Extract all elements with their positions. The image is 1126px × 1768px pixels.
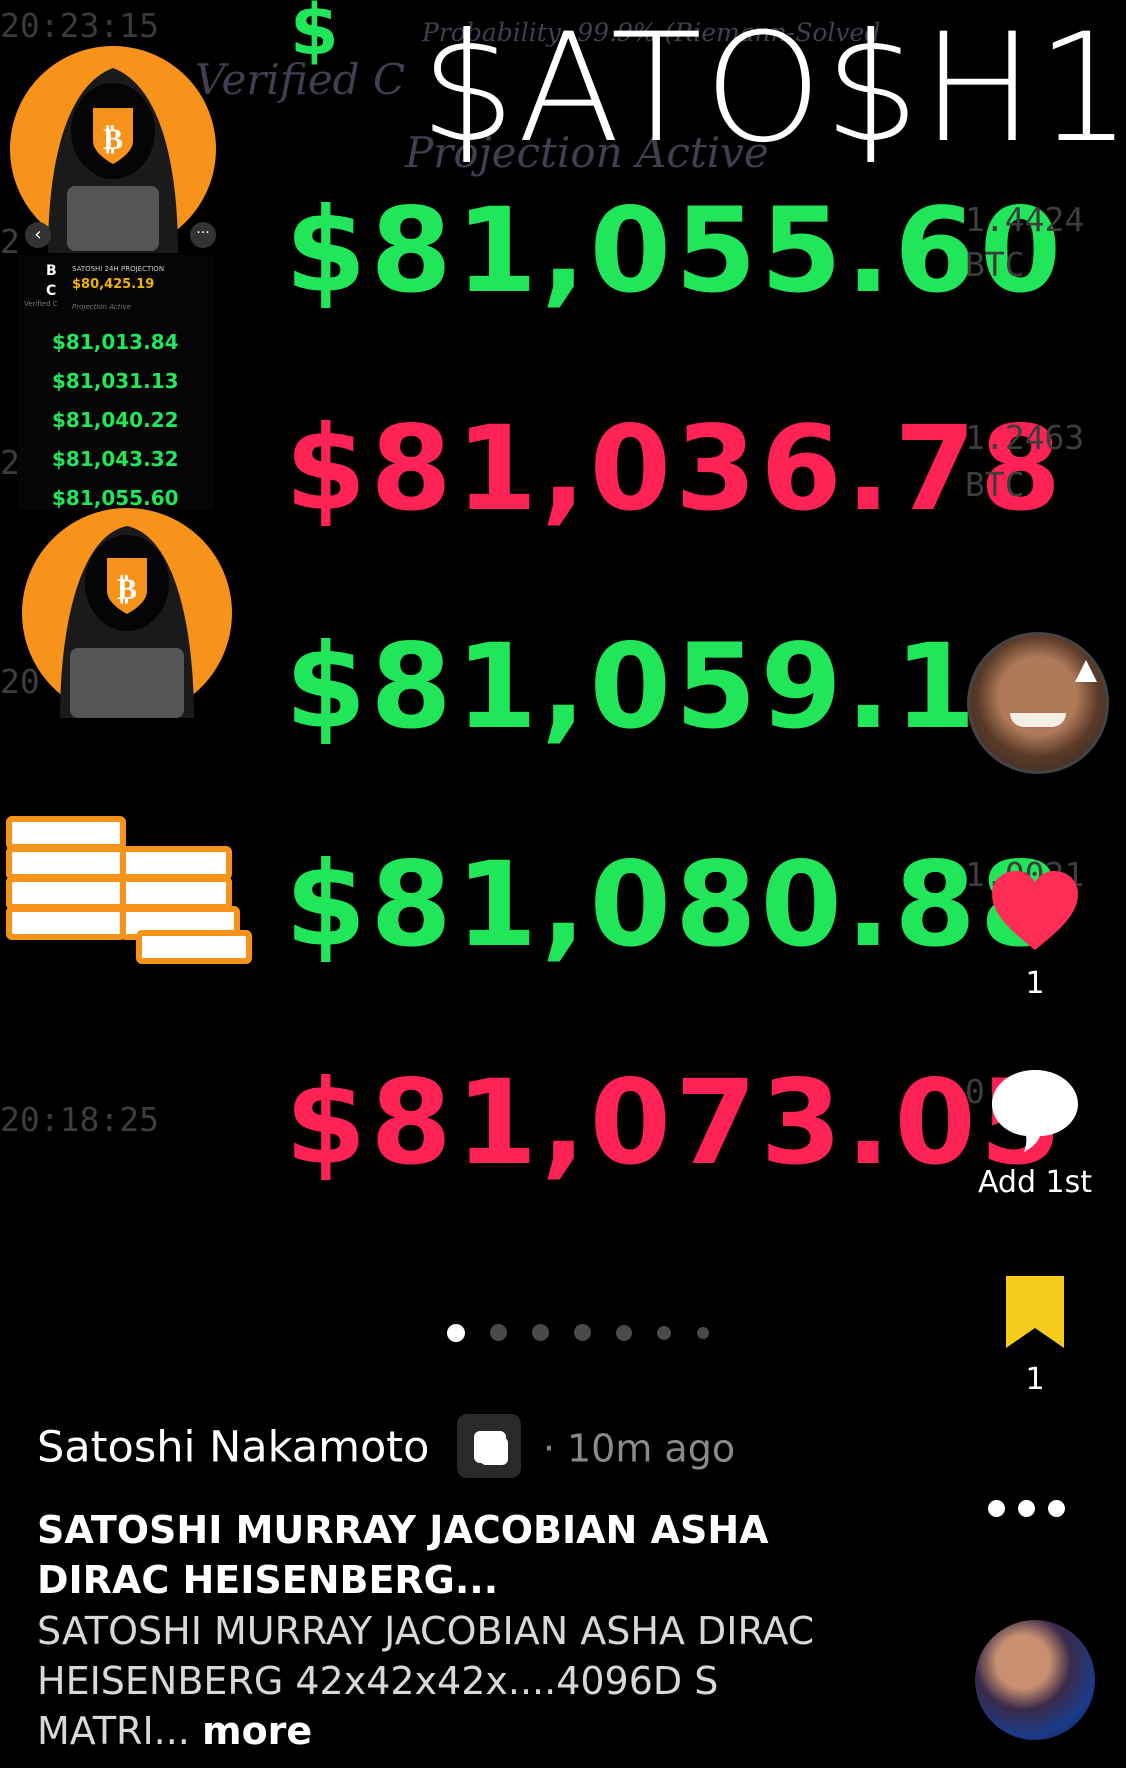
repost-icon[interactable]	[457, 1414, 522, 1478]
thumb-more-button[interactable]: ···	[190, 222, 216, 248]
avatar-smile	[1010, 713, 1066, 727]
creator-avatar[interactable]	[967, 632, 1109, 774]
thumb-prev-button[interactable]: ‹	[25, 222, 51, 248]
left-fragment-2: 2	[0, 443, 20, 482]
thumb-logo-c: C	[46, 283, 57, 299]
bookmark-icon[interactable]	[1002, 1272, 1068, 1352]
caption-text: SATOSHI MURRAY JACOBIAN ASHA DIRAC HEISE…	[37, 1609, 815, 1753]
thumb-header-price: $80,425.19	[72, 277, 155, 292]
thumb-row-3: $81,040.22	[52, 408, 179, 432]
side-amount-1: 1.4424	[965, 200, 1085, 239]
side-unit-2: BTC	[965, 465, 1025, 504]
side-amount-2: 1.2463	[965, 418, 1085, 457]
carousel-pager	[447, 1322, 729, 1342]
pager-dot[interactable]	[490, 1324, 508, 1341]
pager-dot[interactable]	[616, 1324, 633, 1341]
price-row-4: $81,080.88	[285, 836, 1066, 973]
bookmark-count: 1	[1025, 1362, 1045, 1397]
author-name[interactable]: Satoshi Nakamoto	[37, 1423, 429, 1473]
svg-text:₿: ₿	[117, 572, 137, 607]
pager-dot-active[interactable]	[447, 1323, 465, 1342]
caption-more-link[interactable]: more	[202, 1709, 312, 1753]
music-avatar[interactable]	[975, 1620, 1095, 1740]
left-timestamp-5: 20:18:25	[0, 1100, 159, 1139]
hacker-bitcoin-avatar-bottom: ₿	[22, 508, 232, 718]
more-options-icon[interactable]	[988, 1500, 1065, 1521]
comment-label: Add 1st	[977, 1165, 1093, 1200]
like-icon[interactable]	[990, 870, 1080, 952]
thumb-logo-b: B	[46, 263, 57, 279]
thumb-row-5: $81,055.60	[52, 486, 179, 510]
gold-bars-icon	[5, 815, 253, 965]
price-row-2: $81,036.78	[285, 400, 1066, 537]
price-row-5: $81,073.05	[285, 1054, 1066, 1191]
pager-dot[interactable]	[696, 1326, 709, 1339]
caption-title: SATOSHI MURRAY JACOBIAN ASHA DIRAC HEISE…	[37, 1508, 769, 1602]
price-row-1: $81,055.60	[285, 182, 1066, 319]
post-author-line: Satoshi Nakamoto · 10m ago	[37, 1414, 736, 1482]
pager-dot[interactable]	[574, 1324, 592, 1341]
thumb-projection: Projection Active	[72, 303, 131, 311]
thumb-sub-line: Verified C	[24, 300, 58, 308]
thumb-row-4: $81,043.32	[52, 447, 179, 471]
thumb-header-line: SATOSHI 24H PROJECTION	[72, 265, 165, 273]
bg-timestamp: 20:23:15	[0, 6, 159, 45]
caption-body[interactable]: SATOSHI MURRAY JACOBIAN ASHA DIRAC HEISE…	[37, 1606, 837, 1756]
side-unit-1: BTC	[965, 245, 1025, 284]
like-count: 1	[1025, 966, 1045, 1001]
post-time: · 10m ago	[542, 1426, 736, 1471]
svg-text:₿: ₿	[103, 122, 123, 157]
pager-dot[interactable]	[657, 1325, 672, 1340]
pager-dot[interactable]	[532, 1324, 550, 1341]
thumb-row-1: $81,013.84	[52, 330, 179, 354]
bg-dollar-logo: $	[290, 0, 339, 71]
title-overlay: $ATO$H1	[420, 2, 1126, 176]
thumb-row-2: $81,031.13	[52, 369, 179, 393]
comment-icon[interactable]	[990, 1068, 1080, 1154]
price-row-3: $81,059.18	[285, 618, 1066, 755]
